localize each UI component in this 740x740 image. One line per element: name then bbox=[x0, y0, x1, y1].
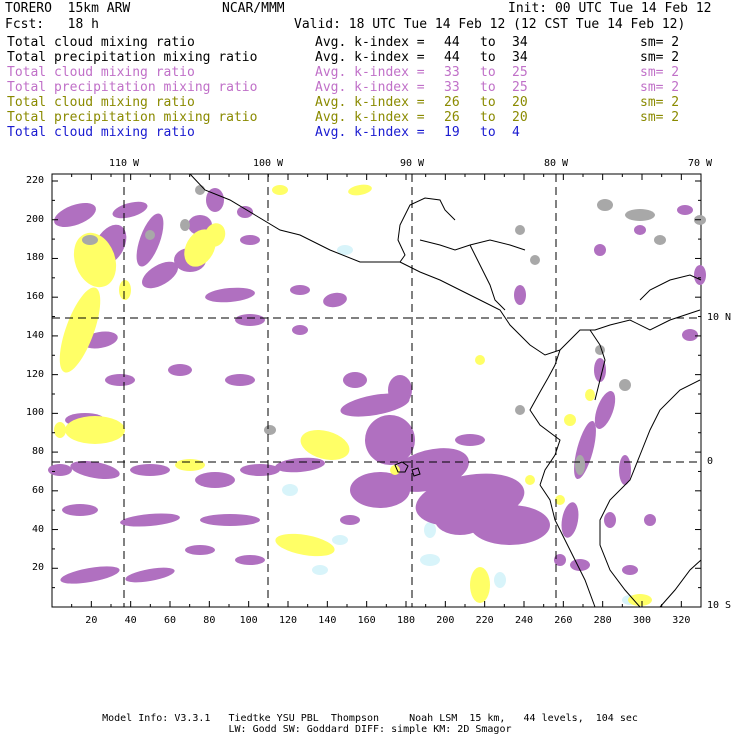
x-tick-label: 40 bbox=[124, 615, 137, 626]
x-tick-label: 300 bbox=[632, 615, 652, 626]
light-blue-cloud-area bbox=[312, 565, 328, 575]
magenta-cloud-area bbox=[62, 504, 98, 516]
yellow-cloud-area bbox=[272, 185, 288, 195]
gray-cloud-area bbox=[597, 199, 613, 211]
latitude-label: 0 bbox=[707, 456, 714, 467]
gray-cloud-area bbox=[82, 235, 98, 245]
x-tick-label: 260 bbox=[554, 615, 573, 626]
yellow-cloud-area bbox=[628, 594, 652, 606]
longitude-label: 100 W bbox=[252, 158, 284, 169]
gray-cloud-area bbox=[625, 209, 655, 221]
magenta-cloud-area bbox=[694, 265, 706, 285]
gray-cloud-area bbox=[575, 455, 585, 475]
gray-cloud-area bbox=[195, 185, 205, 195]
y-tick-label: 20 bbox=[31, 562, 44, 574]
gray-cloud-area bbox=[145, 230, 155, 240]
x-tick-label: 320 bbox=[672, 615, 691, 626]
y-tick-label: 140 bbox=[25, 329, 44, 341]
magenta-cloud-area bbox=[644, 514, 656, 526]
light-blue-cloud-area bbox=[282, 484, 298, 496]
yellow-cloud-area bbox=[470, 567, 490, 603]
y-tick-label: 160 bbox=[25, 291, 44, 303]
magenta-cloud-area bbox=[677, 205, 693, 215]
magenta-cloud-area bbox=[388, 375, 412, 405]
magenta-cloud-area bbox=[168, 364, 192, 376]
longitude-label: 70 W bbox=[687, 158, 713, 169]
footer-physics-info: LW: Godd SW: Goddard DIFF: simple KM: 2D… bbox=[228, 724, 512, 735]
magenta-cloud-area bbox=[634, 225, 646, 235]
magenta-cloud-area bbox=[200, 514, 260, 526]
magenta-cloud-area bbox=[48, 464, 72, 476]
y-tick-label: 120 bbox=[25, 368, 44, 380]
magenta-cloud-area bbox=[240, 464, 280, 476]
yellow-cloud-area bbox=[54, 422, 66, 438]
longitude-label: 80 W bbox=[543, 158, 569, 169]
magenta-cloud-area bbox=[343, 372, 367, 388]
light-blue-cloud-area bbox=[420, 554, 440, 566]
light-blue-cloud-area bbox=[494, 572, 506, 588]
yellow-cloud-area bbox=[390, 465, 400, 475]
magenta-cloud-area bbox=[455, 434, 485, 446]
magenta-cloud-area bbox=[622, 565, 638, 575]
gray-cloud-area bbox=[654, 235, 666, 245]
magenta-cloud-area bbox=[594, 244, 606, 256]
x-tick-label: 140 bbox=[318, 615, 337, 626]
light-blue-cloud-area bbox=[332, 535, 348, 545]
y-tick-label: 60 bbox=[31, 484, 44, 496]
gray-cloud-area bbox=[515, 405, 525, 415]
magenta-cloud-area bbox=[185, 545, 215, 555]
magenta-cloud-area bbox=[604, 512, 616, 528]
magenta-cloud-area bbox=[235, 314, 265, 326]
gray-cloud-area bbox=[264, 425, 276, 435]
magenta-cloud-area bbox=[514, 285, 526, 305]
latitude-label: 10 N bbox=[707, 312, 732, 323]
longitude-label: 110 W bbox=[108, 158, 140, 169]
gray-cloud-area bbox=[530, 255, 540, 265]
latitude-label: 10 S bbox=[707, 600, 732, 611]
magenta-cloud-area bbox=[105, 374, 135, 386]
x-tick-label: 280 bbox=[593, 615, 612, 626]
x-tick-label: 120 bbox=[278, 615, 298, 626]
yellow-cloud-area bbox=[564, 414, 576, 426]
magenta-cloud-area bbox=[290, 285, 310, 295]
magenta-cloud-area bbox=[292, 325, 308, 335]
x-tick-label: 60 bbox=[163, 615, 177, 626]
magenta-cloud-area bbox=[195, 472, 235, 488]
x-tick-label: 20 bbox=[85, 615, 98, 626]
y-tick-label: 220 bbox=[25, 175, 44, 186]
magenta-cloud-area bbox=[682, 329, 698, 341]
x-tick-label: 180 bbox=[396, 615, 416, 626]
magenta-cloud-area bbox=[130, 464, 170, 476]
yellow-cloud-area bbox=[175, 459, 205, 471]
gray-cloud-area bbox=[515, 225, 525, 235]
weather-map bbox=[48, 173, 706, 608]
y-tick-label: 100 bbox=[25, 407, 44, 419]
magenta-cloud-area bbox=[435, 505, 485, 535]
magenta-cloud-area bbox=[235, 555, 265, 565]
gray-cloud-area bbox=[619, 379, 631, 391]
x-tick-label: 220 bbox=[475, 615, 494, 626]
x-tick-label: 100 bbox=[239, 615, 258, 626]
yellow-cloud-area bbox=[65, 416, 125, 444]
magenta-cloud-area bbox=[350, 472, 410, 508]
y-tick-label: 80 bbox=[31, 446, 44, 458]
yellow-cloud-area bbox=[119, 280, 131, 300]
longitude-label: 90 W bbox=[399, 158, 425, 169]
x-tick-label: 240 bbox=[514, 615, 534, 626]
yellow-cloud-area bbox=[585, 389, 595, 401]
magenta-cloud-area bbox=[225, 374, 255, 386]
yellow-cloud-area bbox=[475, 355, 485, 365]
light-blue-cloud-area bbox=[424, 522, 436, 538]
x-tick-label: 80 bbox=[203, 615, 216, 626]
x-tick-label: 160 bbox=[357, 615, 376, 626]
gray-cloud-area bbox=[180, 219, 190, 231]
y-tick-label: 200 bbox=[25, 213, 44, 225]
x-tick-label: 200 bbox=[436, 615, 455, 626]
magenta-cloud-area bbox=[340, 515, 360, 525]
y-tick-label: 40 bbox=[31, 523, 44, 535]
y-tick-label: 180 bbox=[25, 252, 44, 264]
footer-model-info: Model Info: V3.3.1 Tiedtke YSU PBL Thomp… bbox=[102, 713, 638, 724]
yellow-cloud-area bbox=[525, 475, 535, 485]
magenta-cloud-area bbox=[240, 235, 260, 245]
